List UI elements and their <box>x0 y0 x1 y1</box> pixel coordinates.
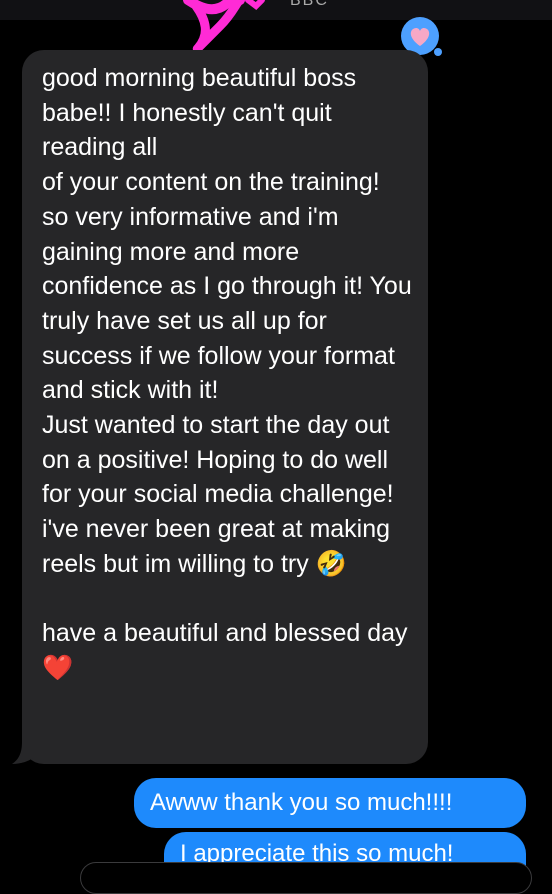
outgoing-message-text: Awww thank you so much!!!! <box>150 789 453 816</box>
message-input[interactable] <box>80 862 532 894</box>
outgoing-message-bubble[interactable]: Awww thank you so much!!!! <box>134 778 526 828</box>
incoming-message-text: good morning beautiful boss babe!! I hon… <box>42 64 412 682</box>
incoming-message-bubble[interactable]: good morning beautiful boss babe!! I hon… <box>22 50 428 764</box>
incoming-bubble-tail <box>12 742 36 764</box>
